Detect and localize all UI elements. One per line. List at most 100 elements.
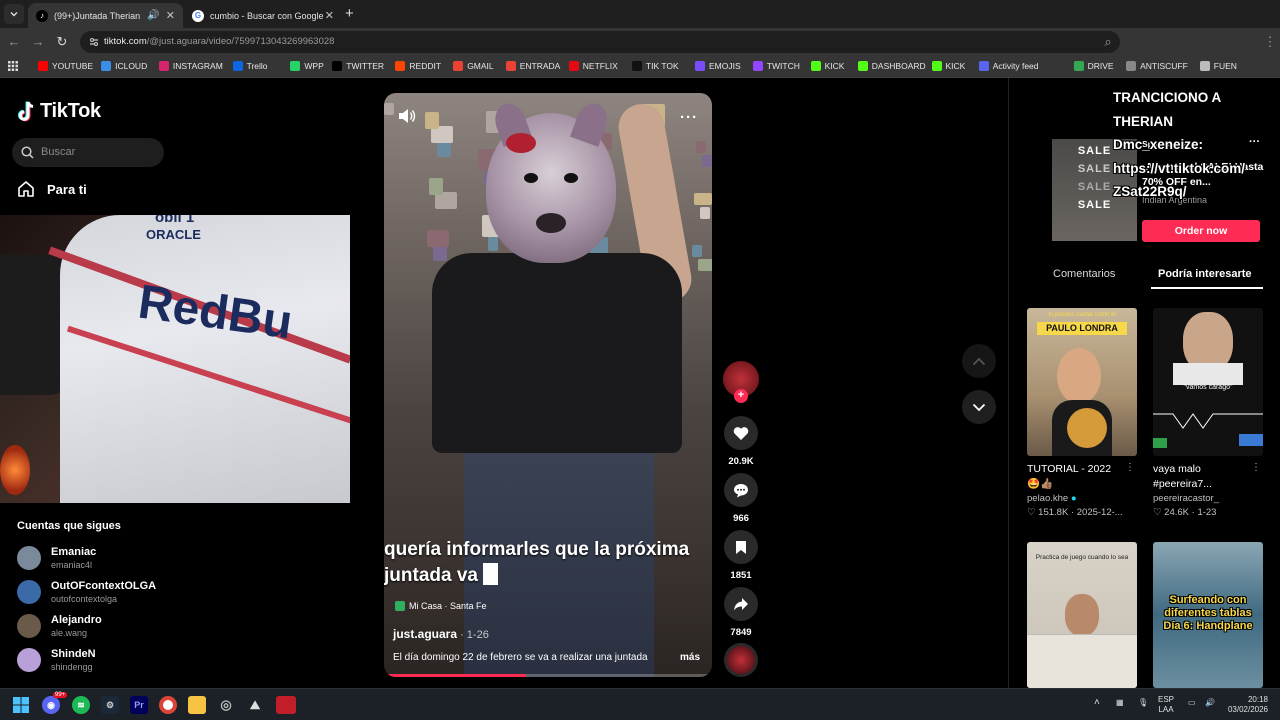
video-more-icon[interactable]: ··· (680, 109, 698, 126)
back-icon[interactable]: ← (6, 34, 22, 50)
video-progress-bar[interactable] (388, 674, 708, 677)
omnibox[interactable]: tiktok.com/@just.aguara/video/7599713043… (80, 31, 1120, 53)
more-button[interactable]: más (680, 652, 700, 663)
menu-icon[interactable]: ⋮ (1262, 34, 1278, 50)
bookmark-item[interactable]: GMAIL (453, 61, 494, 71)
forward-icon[interactable]: → (30, 34, 46, 50)
card-more-icon[interactable]: ⋮ (1125, 462, 1135, 473)
video-player[interactable]: ··· quería informarles que la próxima ju… (384, 93, 712, 677)
tab-recommended[interactable]: Podría interesarte (1158, 268, 1252, 280)
video-card-thumbnail[interactable]: Surfeando con diferentes tablas Día 6: H… (1153, 542, 1263, 688)
like-button[interactable] (724, 416, 758, 450)
bookmark-item[interactable]: DASHBOARD (857, 61, 926, 71)
avatar[interactable] (17, 580, 41, 604)
chrome-icon[interactable] (159, 696, 177, 714)
search-input[interactable]: Buscar (12, 138, 164, 167)
account-name[interactable]: ShindeN (51, 648, 96, 660)
netflix-app-icon[interactable] (276, 696, 296, 714)
tab-tiktok[interactable]: ♪ (99+)Juntada Therian en Pa 🔊 ✕ (28, 3, 183, 28)
new-tab-button[interactable]: + (345, 5, 354, 22)
network-icon[interactable]: ▭ (1188, 698, 1196, 708)
flag-icon[interactable]: ▦ (1116, 698, 1124, 708)
tray-overflow-icon[interactable]: ˄ (1094, 698, 1100, 708)
music-disc[interactable] (724, 643, 758, 677)
avatar[interactable] (17, 546, 41, 570)
volume-tray-icon[interactable]: 🔊 (1205, 698, 1215, 708)
speaker-icon[interactable]: 🔊 (147, 10, 159, 21)
close-tab-icon[interactable]: ✕ (166, 9, 175, 22)
bookmark-item[interactable]: TWITCH (752, 61, 800, 71)
file-explorer-icon[interactable] (188, 696, 206, 714)
bookmark-item[interactable]: DRIVE (1073, 61, 1114, 71)
bookmark-item[interactable]: REDDIT (395, 61, 441, 71)
spotify-icon[interactable]: ≋ (72, 696, 90, 714)
microphone-icon[interactable]: 🎙 (1138, 698, 1148, 708)
location-badge[interactable]: Mi Casa · Santa Fe (395, 601, 487, 611)
avatar[interactable] (17, 648, 41, 672)
card-more-icon[interactable]: ⋮ (1251, 462, 1261, 473)
bookmark-item[interactable]: NETFLIX (568, 61, 618, 71)
video-card-thumbnail[interactable]: "vamos carago" (1153, 308, 1263, 456)
bookmark-item[interactable]: WPP (290, 61, 324, 71)
bookmark-item[interactable]: FUEN (1199, 61, 1237, 71)
steam-icon[interactable]: ⚙ (101, 696, 119, 714)
bookmark-item[interactable]: ICLOUD (101, 61, 147, 71)
account-name[interactable]: Emaniac (51, 546, 96, 558)
like-action[interactable]: 20.9K (724, 416, 758, 467)
tiktok-favicon-icon: ♪ (36, 9, 48, 22)
bookmark-item[interactable]: INSTAGRAM (158, 61, 223, 71)
obs-icon[interactable]: ◎ (217, 696, 235, 714)
video-card[interactable]: Surfeando con diferentes tablas Día 6: H… (1153, 542, 1263, 688)
tab-google[interactable]: G cumbio - Buscar con Google ✕ (184, 3, 342, 28)
video-card-thumbnail[interactable]: Practica de juego cuando lo sea (1027, 542, 1137, 688)
previous-video-button[interactable] (962, 344, 996, 378)
account-name[interactable]: OutOFcontextOLGA (51, 580, 156, 592)
tab-search-button[interactable] (4, 4, 24, 24)
video-card[interactable]: Practica de juego cuando lo sea (1027, 542, 1137, 688)
language-indicator[interactable]: ESP LAA (1158, 695, 1174, 715)
bookmark-item[interactable]: KICK (810, 61, 844, 71)
apps-icon[interactable] (8, 61, 18, 71)
volume-icon[interactable] (398, 108, 416, 124)
follow-plus-icon[interactable]: + (734, 389, 748, 403)
video-card-thumbnail[interactable]: tu puedes cantar como él PAULO LONDRA (1027, 308, 1137, 456)
site-settings-icon[interactable] (88, 36, 100, 48)
clock[interactable]: 20:18 03/02/2026 (1226, 695, 1268, 715)
share-action[interactable]: 7849 (724, 587, 758, 638)
author-name[interactable]: just.aguara (393, 627, 457, 641)
order-now-button[interactable]: Order now (1142, 220, 1260, 242)
tiktok-logo[interactable]: TikTok (17, 100, 101, 123)
bookmark-item[interactable]: EMOJIS (695, 61, 741, 71)
save-action[interactable]: 1851 (724, 530, 758, 581)
app-icon[interactable]: ⛰ (246, 696, 264, 714)
card-author[interactable]: peereiracastor_ (1153, 493, 1263, 504)
bookmark-item[interactable]: Activity feed (978, 61, 1039, 71)
video-author[interactable]: just.aguara · 1-26 (393, 627, 489, 641)
video-card[interactable]: tu puedes cantar como él PAULO LONDRA ⋮ … (1027, 308, 1137, 518)
avatar[interactable] (17, 614, 41, 638)
card-author[interactable]: pelao.khe ● (1027, 493, 1137, 504)
nav-for-you[interactable]: Para ti (17, 180, 87, 198)
zoom-icon[interactable]: ⌕ (1100, 34, 1116, 50)
bookmark-item[interactable]: YOUTUBE (38, 61, 93, 71)
video-card[interactable]: "vamos carago" ⋮ vaya malo #peereira7...… (1153, 308, 1263, 518)
tab-comments[interactable]: Comentarios (1053, 268, 1115, 280)
bookmark-item[interactable]: ANTISCUFF (1126, 61, 1188, 71)
bookmark-item[interactable]: Trello (232, 61, 268, 71)
save-button[interactable] (724, 530, 758, 564)
reload-icon[interactable]: ↻ (54, 34, 70, 50)
next-video-button[interactable] (962, 390, 996, 424)
discord-icon[interactable]: ◉ (42, 696, 60, 714)
bookmark-item[interactable]: ENTRADA (505, 61, 560, 71)
comment-action[interactable]: 966 (724, 473, 758, 524)
bookmark-item[interactable]: TIK TOK (631, 61, 679, 71)
premiere-icon[interactable]: Pr (130, 696, 148, 714)
account-name[interactable]: Alejandro (51, 614, 102, 626)
start-button[interactable] (12, 696, 30, 714)
comment-button[interactable] (724, 473, 758, 507)
close-tab-icon[interactable]: ✕ (325, 9, 334, 22)
bookmark-item[interactable]: KICK (931, 61, 965, 71)
bookmark-item[interactable]: TWITTER (332, 61, 384, 71)
share-button[interactable] (724, 587, 758, 621)
location-text: Mi Casa · Santa Fe (409, 601, 487, 611)
